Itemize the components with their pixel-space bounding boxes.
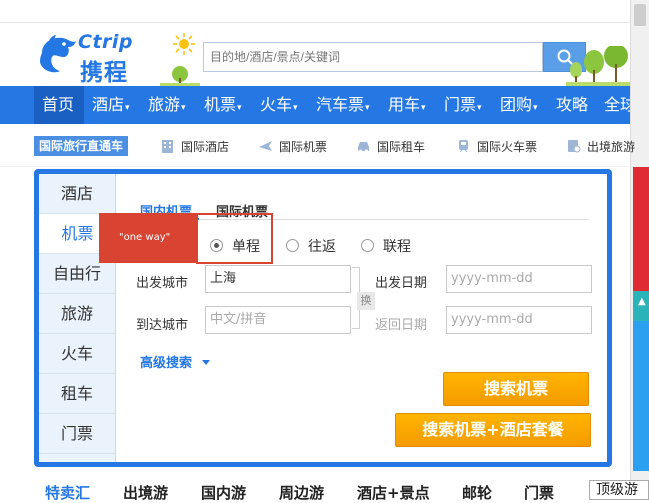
nav-label: 门票: [444, 95, 477, 114]
passport-icon: [568, 140, 581, 153]
nav-item-travel[interactable]: 旅游▾: [148, 86, 186, 124]
building-icon: [162, 140, 173, 153]
right-ad-banner-blue[interactable]: [633, 321, 649, 471]
top-strip: [0, 0, 630, 23]
radio-label: 往返: [308, 239, 336, 255]
nav-label: 攻略: [556, 95, 589, 114]
nav-label: 全球购: [604, 95, 630, 114]
subnav-label: 国际火车票: [477, 140, 538, 154]
side-tab-train[interactable]: 火车: [39, 334, 115, 374]
nav-label: 机票: [204, 95, 237, 114]
chevron-down-icon: ▾: [421, 103, 426, 113]
depart-city-field[interactable]: 上海: [205, 265, 351, 293]
international-subnav: 国际旅行直通车 国际酒店 国际机票 国际租车 国际火车票 出境旅游: [0, 126, 635, 167]
subnav-item-outbound-tour[interactable]: 出境旅游: [566, 138, 635, 155]
return-date-field[interactable]: yyyy-mm-dd: [446, 306, 592, 334]
nav-item-hotel[interactable]: 酒店▾: [92, 86, 130, 124]
depart-date-label: 出发日期: [375, 276, 428, 291]
subnav-label: 国际机票: [279, 140, 328, 154]
decorative-tree-icon: [160, 66, 200, 86]
trip-type-round-trip[interactable]: 往返: [286, 236, 336, 256]
bottom-category-row: 特卖汇 出境游 国内游 周边游 酒店+景点 邮轮 门票: [0, 478, 649, 502]
search-flight-hotel-button[interactable]: 搜索机票+酒店套餐: [395, 413, 591, 447]
arrive-city-label: 到达城市: [136, 318, 189, 333]
arrive-city-field[interactable]: 中文/拼音: [205, 306, 351, 334]
advanced-search-toggle[interactable]: 高级搜索: [140, 352, 211, 371]
main-nav: 首页 酒店▾ 旅游▾ 机票▾ 火车▾ 汽车票▾ 用车▾ 门票▾ 团购▾ 攻略 全…: [0, 86, 630, 124]
side-tab-tickets[interactable]: 门票: [39, 414, 115, 454]
plane-icon: [259, 141, 272, 151]
nav-item-guides[interactable]: 攻略: [556, 86, 588, 124]
trip-type-multi-city[interactable]: 联程: [361, 236, 411, 256]
logo-text-en: Ctrip: [78, 31, 134, 53]
subnav-item-intl-train[interactable]: 国际火车票: [456, 138, 537, 155]
subnav-label: 出境旅游: [587, 140, 636, 154]
chevron-down-icon: ▾: [293, 103, 298, 113]
chevron-down-icon: ▾: [237, 103, 242, 113]
nav-item-car[interactable]: 用车▾: [388, 86, 426, 124]
nav-label: 用车: [388, 95, 421, 114]
decorative-trees-icon: [566, 46, 630, 86]
scrollbar-thumb[interactable]: [634, 4, 646, 26]
nav-label: 首页: [42, 95, 75, 114]
annotation-label: "one way": [99, 213, 197, 263]
subnav-item-intl-flights[interactable]: 国际机票: [258, 138, 327, 155]
advanced-search-label: 高级搜索: [140, 356, 193, 371]
nav-label: 酒店: [92, 95, 125, 114]
caret-down-icon: [202, 360, 211, 365]
radio-button[interactable]: [286, 239, 299, 252]
subnav-label: 国际租车: [377, 140, 426, 154]
train-icon: [459, 140, 468, 153]
nav-item-home[interactable]: 首页: [34, 86, 84, 124]
nav-item-tickets[interactable]: 门票▾: [444, 86, 482, 124]
nav-label: 火车: [260, 95, 293, 114]
chevron-down-icon: ▾: [181, 103, 186, 113]
depart-city-label: 出发城市: [136, 276, 189, 291]
intl-travel-tag: 国际旅行直通车: [34, 136, 129, 156]
side-tab-car-rental[interactable]: 租车: [39, 374, 115, 414]
top-tour-tab[interactable]: 顶级游: [589, 480, 649, 500]
chevron-down-icon: ▾: [365, 103, 370, 113]
logo-text-cn: 携程: [80, 60, 128, 86]
nav-item-groupbuy[interactable]: 团购▾: [500, 86, 538, 124]
chevron-down-icon: ▾: [125, 103, 130, 113]
subnav-label: 国际酒店: [181, 140, 230, 154]
search-input[interactable]: [204, 43, 540, 71]
up-arrow-icon: ▲: [638, 296, 646, 307]
subnav-item-intl-car[interactable]: 国际租车: [356, 138, 425, 155]
right-ad-banner[interactable]: [633, 167, 649, 291]
annotation-highlight-frame: [196, 213, 273, 264]
return-date-label: 返回日期: [375, 318, 428, 333]
nav-item-global-shop[interactable]: 全球购: [604, 86, 630, 124]
side-tab-hotel[interactable]: 酒店: [39, 174, 115, 214]
radio-button[interactable]: [361, 239, 374, 252]
subnav-item-intl-hotel[interactable]: 国际酒店: [160, 138, 229, 155]
nav-label: 团购: [500, 95, 533, 114]
search-box: [203, 42, 543, 72]
car-icon: [358, 142, 369, 153]
radio-label: 联程: [383, 239, 411, 255]
nav-label: 旅游: [148, 95, 181, 114]
depart-date-field[interactable]: yyyy-mm-dd: [446, 265, 592, 293]
swap-cities-button[interactable]: 换: [357, 292, 375, 310]
search-flights-button[interactable]: 搜索机票: [443, 372, 589, 406]
nav-item-flights[interactable]: 机票▾: [204, 86, 242, 124]
sun-icon: [173, 33, 195, 55]
chevron-down-icon: ▾: [477, 103, 482, 113]
nav-item-train[interactable]: 火车▾: [260, 86, 298, 124]
nav-label: 汽车票: [316, 95, 365, 114]
nav-item-bus[interactable]: 汽车票▾: [316, 86, 370, 124]
dolphin-logo-icon: [40, 35, 76, 73]
side-tab-tour[interactable]: 旅游: [39, 294, 115, 334]
chevron-down-icon: ▾: [533, 103, 538, 113]
